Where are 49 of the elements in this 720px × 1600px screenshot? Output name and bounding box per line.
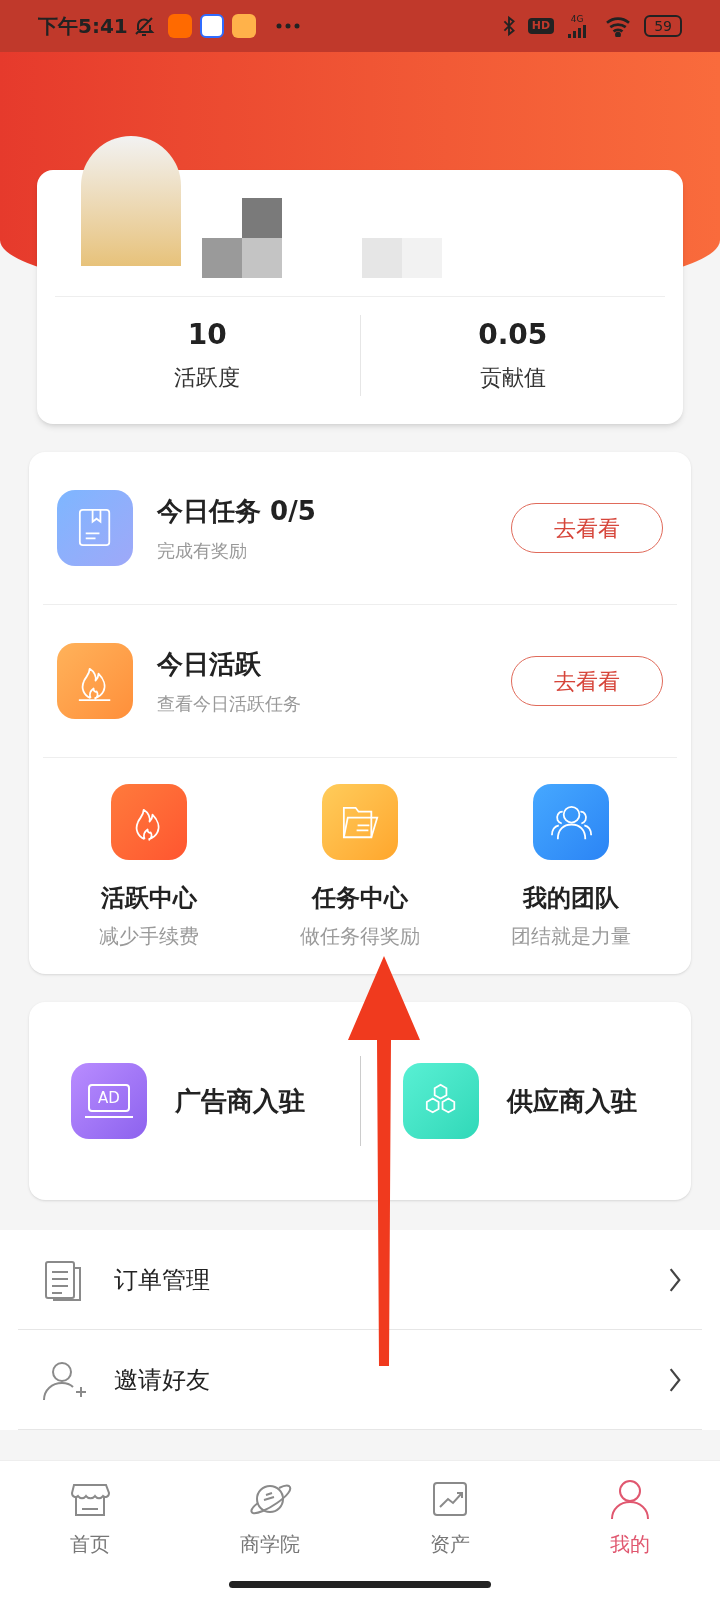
partner-title: 供应商入驻	[506, 1084, 637, 1118]
partner-title: 广告商入驻	[175, 1084, 305, 1118]
task-subtitle: 查看今日活跃任务	[157, 691, 302, 716]
shortcut-subtitle: 做任务得奖励	[300, 923, 420, 950]
app-notification-icon	[199, 14, 224, 38]
hd-badge: HD	[527, 17, 555, 35]
ad-icon: AD	[71, 1063, 147, 1139]
view-button[interactable]: 去看看	[511, 656, 663, 706]
folder-icon	[322, 784, 398, 860]
app-notification-icon	[167, 14, 192, 38]
battery-indicator: 59	[644, 15, 682, 37]
more-icon	[275, 23, 300, 29]
view-button[interactable]: 去看看	[511, 503, 663, 553]
nav-tab[interactable]: 资产	[360, 1475, 540, 1559]
chevron-right-icon	[668, 1266, 682, 1293]
bookmark-book-icon	[57, 490, 133, 566]
nav-tab[interactable]: 首页	[0, 1475, 180, 1559]
app-notification-icon	[231, 14, 256, 38]
nav-tab[interactable]: 商学院	[180, 1475, 360, 1559]
flame-icon	[110, 784, 187, 860]
shortcut-title: 任务中心	[312, 883, 408, 914]
task-subtitle: 完成有奖励	[157, 538, 248, 563]
wifi-icon	[604, 15, 633, 37]
task-title: 今日任务 0/5	[157, 494, 317, 528]
nav-label: 我的	[610, 1531, 650, 1558]
people-icon	[533, 784, 610, 860]
network-type: 4G	[570, 14, 584, 24]
menu-label: 邀请好友	[114, 1364, 211, 1396]
nav-tab[interactable]: 我的	[540, 1475, 720, 1559]
shortcut-subtitle: 减少手续费	[98, 923, 199, 950]
stat-value: 10	[187, 317, 227, 353]
stat-value: 0.05	[478, 317, 548, 353]
flame-icon	[57, 643, 133, 719]
stat-label: 贡献值	[479, 364, 546, 392]
menu-label: 订单管理	[114, 1264, 211, 1296]
shortcut-subtitle: 团结就是力量	[511, 923, 632, 950]
nav-label: 商学院	[240, 1531, 300, 1558]
nav-label: 资产	[430, 1531, 470, 1558]
chevron-right-icon	[668, 1366, 682, 1393]
shortcut-tile[interactable]: 活跃中心 减少手续费	[43, 784, 255, 950]
shortcut-title: 我的团队	[523, 883, 620, 914]
hexagons-icon	[402, 1063, 479, 1139]
task-title: 今日活跃	[157, 647, 262, 681]
shortcut-title: 活跃中心	[100, 883, 197, 914]
status-time: 下午5:41	[38, 13, 128, 40]
shortcut-tile[interactable]: 任务中心 做任务得奖励	[254, 784, 466, 950]
stat-label: 活跃度	[174, 364, 241, 392]
shortcut-tile[interactable]: 我的团队 团结就是力量	[465, 784, 677, 950]
nav-label: 首页	[70, 1531, 110, 1558]
